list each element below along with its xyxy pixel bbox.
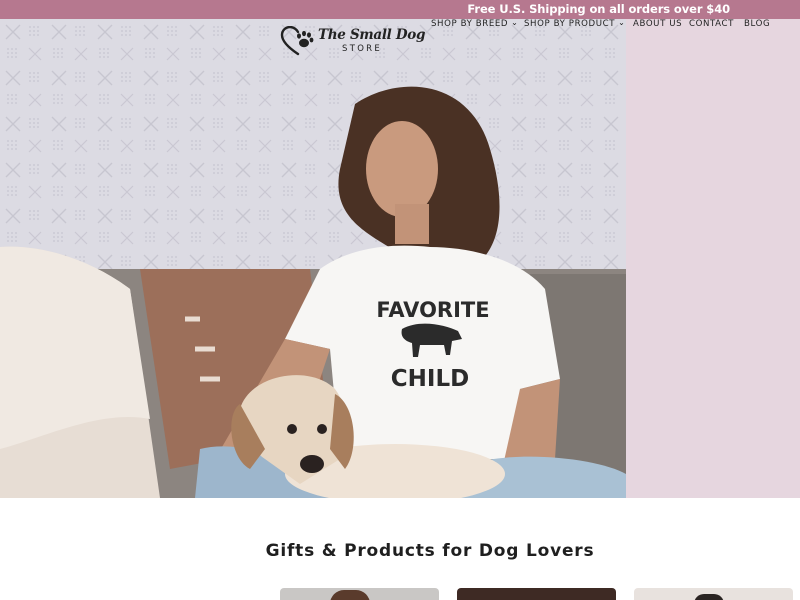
nav-about-us[interactable]: ABOUT US xyxy=(633,19,682,29)
announcement-text: Free U.S. Shipping on all orders over $4… xyxy=(467,2,730,16)
product-card-image[interactable] xyxy=(457,588,616,600)
nav-shop-by-breed[interactable]: SHOP BY BREED ⌄ xyxy=(431,18,519,29)
hero-image: FAVORITE CHILD xyxy=(0,19,626,498)
shirt-text-top: FAVORITE xyxy=(376,298,489,322)
store-logo[interactable]: The Small Dog STORE xyxy=(280,25,425,59)
chevron-down-icon: ⌄ xyxy=(511,18,519,27)
chevron-down-icon: ⌄ xyxy=(618,18,626,27)
announcement-bar: Free U.S. Shipping on all orders over $4… xyxy=(0,0,800,19)
site-header: The Small Dog STORE SHOP BY BREED ⌄ SHOP … xyxy=(0,18,800,65)
hero-banner[interactable]: FAVORITE CHILD xyxy=(0,19,800,498)
nav-contact[interactable]: CONTACT xyxy=(689,19,734,29)
logo-tagline: STORE xyxy=(342,44,383,54)
logo-wordmark: The Small Dog xyxy=(318,27,426,43)
nav-shop-by-product[interactable]: SHOP BY PRODUCT ⌄ xyxy=(524,18,626,29)
product-card-image[interactable] xyxy=(280,588,439,600)
nav-shop-by-product-label: SHOP BY PRODUCT xyxy=(524,19,616,29)
nav-shop-by-breed-label: SHOP BY BREED xyxy=(431,19,509,29)
nav-blog[interactable]: BLOG xyxy=(744,19,770,29)
shirt-text-bottom: CHILD xyxy=(391,366,469,392)
collection-title: Gifts & Products for Dog Lovers xyxy=(265,541,595,561)
product-card-image[interactable] xyxy=(634,588,793,600)
heart-paw-icon xyxy=(280,26,314,56)
